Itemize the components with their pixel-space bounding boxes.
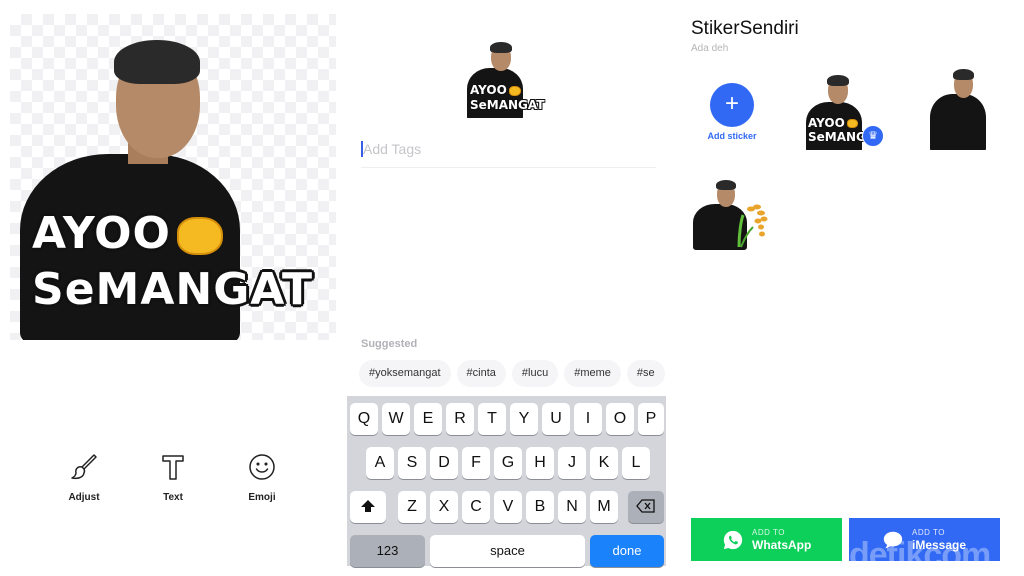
tag-chip[interactable]: #cinta bbox=[456, 360, 506, 387]
onscreen-keyboard: Q W E R T Y U I O P A S D F G H J K L Z bbox=[347, 396, 666, 567]
add-to-whatsapp-button[interactable]: ADD TO WhatsApp bbox=[691, 518, 842, 561]
tags-panel: AYOO SeMANGAT Add Tags Suggested #yoksem… bbox=[345, 0, 680, 576]
add-sticker-label[interactable]: Add sticker bbox=[700, 131, 764, 141]
speech-bubble-icon bbox=[883, 531, 903, 548]
key-b[interactable]: B bbox=[526, 491, 554, 523]
rice-stalk-icon bbox=[737, 204, 768, 248]
key-q[interactable]: Q bbox=[350, 403, 378, 435]
fist-emoji-icon bbox=[176, 217, 223, 255]
numbers-key[interactable]: 123 bbox=[350, 535, 425, 567]
pack-title: StikerSendiri bbox=[691, 18, 799, 39]
sticker-caption: SeMANG bbox=[808, 130, 866, 144]
key-c[interactable]: C bbox=[462, 491, 490, 523]
sticker-caption-line2[interactable]: SeMANGAT bbox=[32, 268, 313, 312]
emoji-label: Emoji bbox=[248, 492, 276, 503]
emoji-icon bbox=[249, 454, 275, 480]
keyboard-row-4: 123 space done bbox=[347, 535, 666, 567]
brush-icon bbox=[71, 454, 97, 480]
key-t[interactable]: T bbox=[478, 403, 506, 435]
keyboard-row-1: Q W E R T Y U I O P bbox=[347, 403, 666, 435]
key-j[interactable]: J bbox=[558, 447, 586, 479]
add-tags-placeholder: Add Tags bbox=[363, 141, 422, 157]
editor-toolbar: Adjust Text Emoji bbox=[44, 452, 302, 503]
sticker-caption-line1[interactable]: AYOO bbox=[32, 212, 223, 256]
preview-caption-line1: AYOO bbox=[470, 84, 521, 96]
plus-icon: + bbox=[724, 90, 739, 117]
done-key[interactable]: done bbox=[590, 535, 664, 567]
backspace-key[interactable] bbox=[628, 491, 664, 523]
tray-icon-crown-badge[interactable]: ♛ bbox=[862, 125, 884, 147]
pack-subtitle: Ada deh bbox=[691, 43, 729, 54]
sticker-item[interactable] bbox=[691, 180, 771, 250]
space-key[interactable]: space bbox=[430, 535, 585, 567]
key-m[interactable]: M bbox=[590, 491, 618, 523]
text-tool-button[interactable]: Text bbox=[133, 452, 213, 503]
adjust-label: Adjust bbox=[68, 492, 100, 503]
key-s[interactable]: S bbox=[398, 447, 426, 479]
key-i[interactable]: I bbox=[574, 403, 602, 435]
key-y[interactable]: Y bbox=[510, 403, 538, 435]
text-label: Text bbox=[163, 492, 183, 503]
whatsapp-button-label: WhatsApp bbox=[752, 537, 812, 552]
key-u[interactable]: U bbox=[542, 403, 570, 435]
tag-chip[interactable]: #yoksemangat bbox=[359, 360, 451, 387]
key-w[interactable]: W bbox=[382, 403, 410, 435]
text-icon bbox=[162, 455, 184, 480]
suggested-label: Suggested bbox=[361, 338, 418, 350]
imessage-button-prefix: ADD TO bbox=[912, 527, 945, 537]
key-l[interactable]: L bbox=[622, 447, 650, 479]
sticker-canvas[interactable]: AYOO SeMANGAT bbox=[10, 14, 336, 340]
keyboard-row-2: A S D F G H J K L bbox=[347, 447, 666, 479]
key-f[interactable]: F bbox=[462, 447, 490, 479]
whatsapp-button-prefix: ADD TO bbox=[752, 527, 785, 537]
preview-caption-line2: SeMANGAT bbox=[470, 98, 545, 112]
key-e[interactable]: E bbox=[414, 403, 442, 435]
key-o[interactable]: O bbox=[606, 403, 634, 435]
fist-emoji-icon bbox=[508, 85, 521, 96]
add-tags-input[interactable]: Add Tags bbox=[361, 136, 656, 168]
add-to-imessage-button[interactable]: detikcom ADD TO iMessage bbox=[849, 518, 1000, 561]
tag-chip[interactable]: #meme bbox=[564, 360, 621, 387]
key-a[interactable]: A bbox=[366, 447, 394, 479]
sticker-preview: AYOO SeMANGAT bbox=[465, 40, 549, 118]
shift-key[interactable] bbox=[350, 491, 386, 523]
backspace-icon bbox=[636, 499, 655, 513]
shift-arrow-icon bbox=[361, 500, 375, 512]
adjust-tool-button[interactable]: Adjust bbox=[44, 452, 124, 503]
sticker-editor-panel: AYOO SeMANGAT Adjust Text Emoji bbox=[0, 0, 345, 576]
tag-chip[interactable]: #lucu bbox=[511, 360, 559, 387]
key-d[interactable]: D bbox=[430, 447, 458, 479]
tag-chip[interactable]: #se bbox=[626, 360, 665, 387]
key-v[interactable]: V bbox=[494, 491, 522, 523]
sticker-pack-panel: StikerSendiri Ada deh + Add sticker AYOO… bbox=[680, 0, 1024, 576]
sticker-caption: AYOO bbox=[808, 117, 858, 129]
add-sticker-button[interactable]: + bbox=[710, 83, 754, 127]
key-z[interactable]: Z bbox=[398, 491, 426, 523]
whatsapp-icon bbox=[723, 530, 743, 549]
imessage-button-label: iMessage bbox=[912, 537, 967, 552]
key-h[interactable]: H bbox=[526, 447, 554, 479]
sticker-item[interactable] bbox=[926, 68, 990, 150]
key-k[interactable]: K bbox=[590, 447, 618, 479]
emoji-tool-button[interactable]: Emoji bbox=[222, 452, 302, 503]
key-x[interactable]: X bbox=[430, 491, 458, 523]
key-g[interactable]: G bbox=[494, 447, 522, 479]
keyboard-row-3: Z X C V B N M bbox=[347, 491, 666, 523]
key-n[interactable]: N bbox=[558, 491, 586, 523]
suggested-tags: #yoksemangat #cinta #lucu #meme #se bbox=[359, 360, 666, 388]
key-r[interactable]: R bbox=[446, 403, 474, 435]
fist-emoji-icon bbox=[846, 119, 858, 128]
key-p[interactable]: P bbox=[638, 403, 664, 435]
